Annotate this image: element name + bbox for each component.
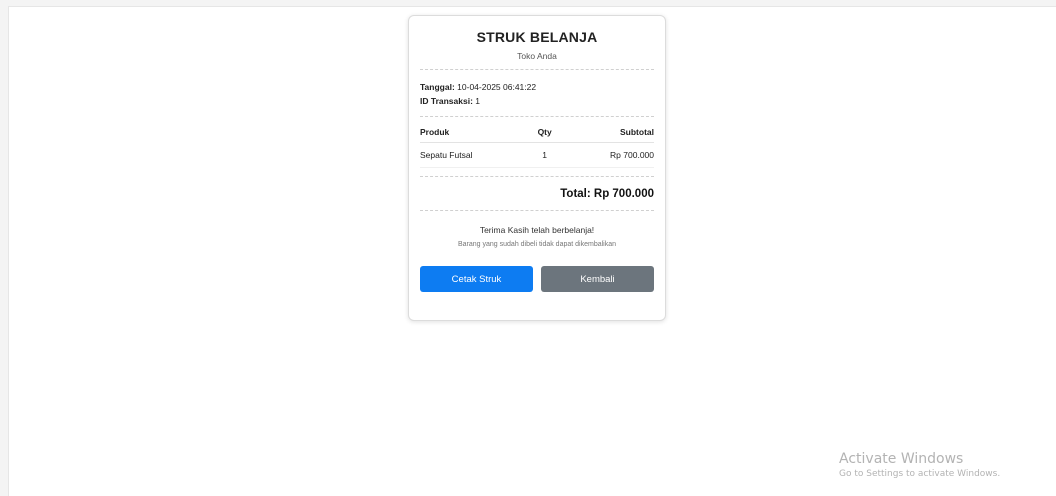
table-header-row: Produk Qty Subtotal — [420, 127, 654, 143]
print-receipt-button[interactable]: Cetak Struk — [420, 266, 533, 292]
back-button[interactable]: Kembali — [541, 266, 654, 292]
activate-windows-watermark: Activate Windows Go to Settings to activ… — [839, 451, 1000, 479]
column-header-qty: Qty — [514, 127, 575, 143]
divider — [420, 116, 654, 117]
transaction-value: 1 — [475, 96, 481, 106]
item-product: Sepatu Futsal — [420, 142, 515, 168]
watermark-title: Activate Windows — [839, 451, 964, 467]
date-label: Tanggal: — [420, 82, 455, 92]
table-row: Sepatu Futsal 1 Rp 700.000 — [420, 142, 654, 168]
watermark-subtitle: Go to Settings to activate Windows. — [839, 469, 1001, 479]
divider — [420, 176, 654, 177]
divider — [420, 210, 654, 211]
transaction-label: ID Transaksi: — [420, 96, 473, 106]
column-header-subtotal: Subtotal — [574, 127, 654, 143]
divider — [420, 69, 654, 70]
receipt-info: Tanggal: 10-04-2025 06:41:22 ID Transaks… — [420, 80, 654, 108]
total-amount: Total: Rp 700.000 — [560, 188, 654, 200]
page-background: STRUK BELANJA Toko Anda Tanggal: 10-04-2… — [8, 6, 1056, 496]
items-table: Produk Qty Subtotal Sepatu Futsal 1 Rp 7… — [420, 127, 654, 168]
action-buttons: Cetak Struk Kembali — [420, 266, 654, 292]
transaction-row: ID Transaksi: 1 — [420, 94, 654, 108]
receipt-card: STRUK BELANJA Toko Anda Tanggal: 10-04-2… — [408, 15, 666, 321]
date-row: Tanggal: 10-04-2025 06:41:22 — [420, 80, 654, 94]
receipt-title: STRUK BELANJA — [476, 29, 598, 45]
item-qty: 1 — [514, 142, 575, 168]
item-subtotal: Rp 700.000 — [574, 142, 654, 168]
store-name: Toko Anda — [517, 51, 557, 61]
return-policy-note: Barang yang sudah dibeli tidak dapat dik… — [458, 241, 616, 248]
date-value: 10-04-2025 06:41:22 — [457, 82, 537, 92]
thank-you-message: Terima Kasih telah berbelanja! — [479, 225, 595, 235]
column-header-product: Produk — [420, 127, 515, 143]
